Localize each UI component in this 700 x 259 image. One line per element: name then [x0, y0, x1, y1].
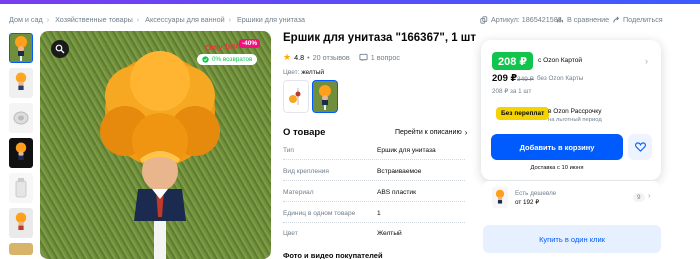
discount-badge: -40%	[239, 39, 261, 48]
breadcrumb-separator: ›	[228, 15, 232, 24]
price-card: 208 ₽ с Ozon Картой › 209 ₽ 349 ₽ без Oz…	[481, 40, 661, 180]
cheaper-label: Есть дешевле	[515, 190, 557, 197]
cheaper-price: от 192 ₽	[515, 199, 540, 206]
expand-icon	[55, 44, 65, 54]
no-card-label: без Ozon Карты	[537, 75, 584, 82]
chevron-right-icon: ›	[464, 128, 468, 137]
zoom-button[interactable]	[51, 40, 69, 58]
favorite-button[interactable]	[628, 134, 652, 160]
color-label: Цвет: желтый	[283, 69, 324, 76]
spec-value: Желтый	[377, 230, 402, 237]
offers-count-badge: 9	[633, 193, 645, 202]
customer-photos-title: Фото и видео покупателей	[283, 251, 383, 259]
reviews-link[interactable]: 20 отзывов	[313, 53, 350, 62]
brush-variant-icon	[289, 87, 301, 105]
installment-title: в Ozon Рассрочку	[548, 108, 602, 115]
thumbnail-5[interactable]	[9, 173, 33, 203]
breadcrumb-item[interactable]: Аксессуары для ванной	[145, 15, 224, 24]
delivery-info: Доставка с 10 июня	[530, 165, 584, 171]
share-label: Поделиться	[623, 15, 663, 24]
cheaper-offers[interactable]: Есть дешевле от 192 ₽ 9 ›	[483, 181, 659, 214]
spec-name: Материал	[283, 189, 314, 196]
spec-value: 1	[377, 210, 381, 217]
holder-icon	[15, 178, 27, 198]
questions-link[interactable]: 1 вопрос	[371, 53, 400, 62]
brush-figure-icon	[15, 142, 27, 160]
breadcrumb-item[interactable]: Хозяйственные товары	[55, 15, 133, 24]
brush-figure-icon	[319, 84, 331, 110]
spec-value: ABS пластик	[377, 189, 416, 196]
color-variant-1[interactable]	[283, 80, 309, 113]
brush-figure-icon	[15, 72, 27, 90]
spec-value: Встраиваемое	[377, 168, 422, 175]
chevron-right-icon[interactable]: ›	[645, 56, 648, 66]
rating-value: 4.8	[294, 53, 305, 62]
ozon-card-price: 208 ₽	[492, 52, 533, 70]
ozon-card-label: с Ozon Картой	[538, 57, 583, 64]
toilet-brush-figure	[100, 51, 220, 259]
color-value: желтый	[301, 69, 325, 76]
chevron-right-icon: ›	[648, 191, 651, 200]
about-section-title: О товаре	[283, 127, 326, 138]
installment-sub: на льготный период	[548, 117, 602, 123]
add-to-cart-button[interactable]: Добавить в корзину	[491, 134, 623, 160]
thumbnail-1[interactable]	[9, 33, 33, 63]
breadcrumb-item[interactable]: Дом и сад	[9, 15, 43, 24]
brush-figure-icon	[15, 36, 27, 61]
brush-figure-icon	[495, 189, 505, 204]
spec-name: Цвет	[283, 230, 298, 237]
cheaper-thumbnail	[492, 187, 508, 208]
heart-icon	[634, 142, 646, 152]
installment-info[interactable]: в Ozon Рассрочку на льготный период	[548, 107, 602, 125]
regular-price: 209 ₽	[492, 73, 518, 84]
thumbnail-7[interactable]	[9, 243, 33, 255]
spec-name: Тип	[283, 147, 294, 154]
share-icon	[613, 15, 620, 23]
breadcrumb-item[interactable]: Ершики для унитаза	[237, 15, 305, 24]
compare-button[interactable]: В сравнение	[556, 15, 609, 24]
check-circle-icon	[202, 56, 209, 63]
color-label-title: Цвет:	[283, 69, 300, 76]
description-link[interactable]: Перейти к описанию ›	[395, 128, 467, 137]
main-product-image[interactable]: Only brush -40% 0% возвратов	[40, 31, 271, 259]
spec-value: Ершик для унитаза	[377, 147, 436, 154]
thumbnail-6[interactable]	[9, 208, 33, 238]
overpay-badge[interactable]: Без переплат	[496, 107, 550, 120]
question-icon	[359, 53, 368, 62]
returns-badge-label: 0% возвратов	[212, 56, 253, 63]
star-icon: ★	[283, 52, 292, 62]
thumbnail-4[interactable]	[9, 138, 33, 168]
color-variant-2[interactable]	[312, 80, 338, 113]
product-title: Ершик для унитаза "166367", 1 шт	[283, 32, 477, 44]
share-button[interactable]: Поделиться	[612, 15, 663, 24]
article-number[interactable]: Артикул: 1865421588	[480, 15, 562, 24]
top-accent-strip	[0, 0, 700, 4]
rating-row: ★ 4.8 • 20 отзывов 1 вопрос	[283, 52, 400, 63]
spec-name: Вид крепления	[283, 168, 329, 175]
breadcrumb-separator: ›	[136, 15, 140, 24]
brush-figure-icon	[15, 212, 27, 230]
old-price: 349 ₽	[517, 76, 534, 83]
thumbnail-strip	[9, 33, 33, 259]
toilet-roll-icon	[13, 111, 29, 125]
breadcrumb-separator: ›	[46, 15, 50, 24]
compare-label: В сравнение	[567, 15, 610, 24]
spec-divider	[283, 159, 465, 160]
thumbnail-2[interactable]	[9, 68, 33, 98]
returns-badge: 0% возвратов	[197, 54, 258, 65]
spec-divider	[283, 180, 465, 181]
dot-separator: •	[307, 53, 310, 62]
article-text: Артикул: 1865421588	[491, 15, 562, 24]
spec-name: Единиц в одном товаре	[283, 210, 356, 217]
unit-price: 208 ₽ за 1 шт	[492, 88, 532, 95]
spec-divider	[283, 222, 465, 223]
breadcrumb: Дом и сад › Хозяйственные товары › Аксессу…	[9, 15, 305, 24]
copy-icon	[480, 15, 488, 24]
thumbnail-3[interactable]	[9, 103, 33, 133]
spec-divider	[283, 201, 465, 202]
buy-one-click-button[interactable]: Купить в один клик	[483, 225, 661, 253]
description-link-label: Перейти к описанию	[395, 129, 462, 136]
compare-icon	[557, 17, 563, 22]
